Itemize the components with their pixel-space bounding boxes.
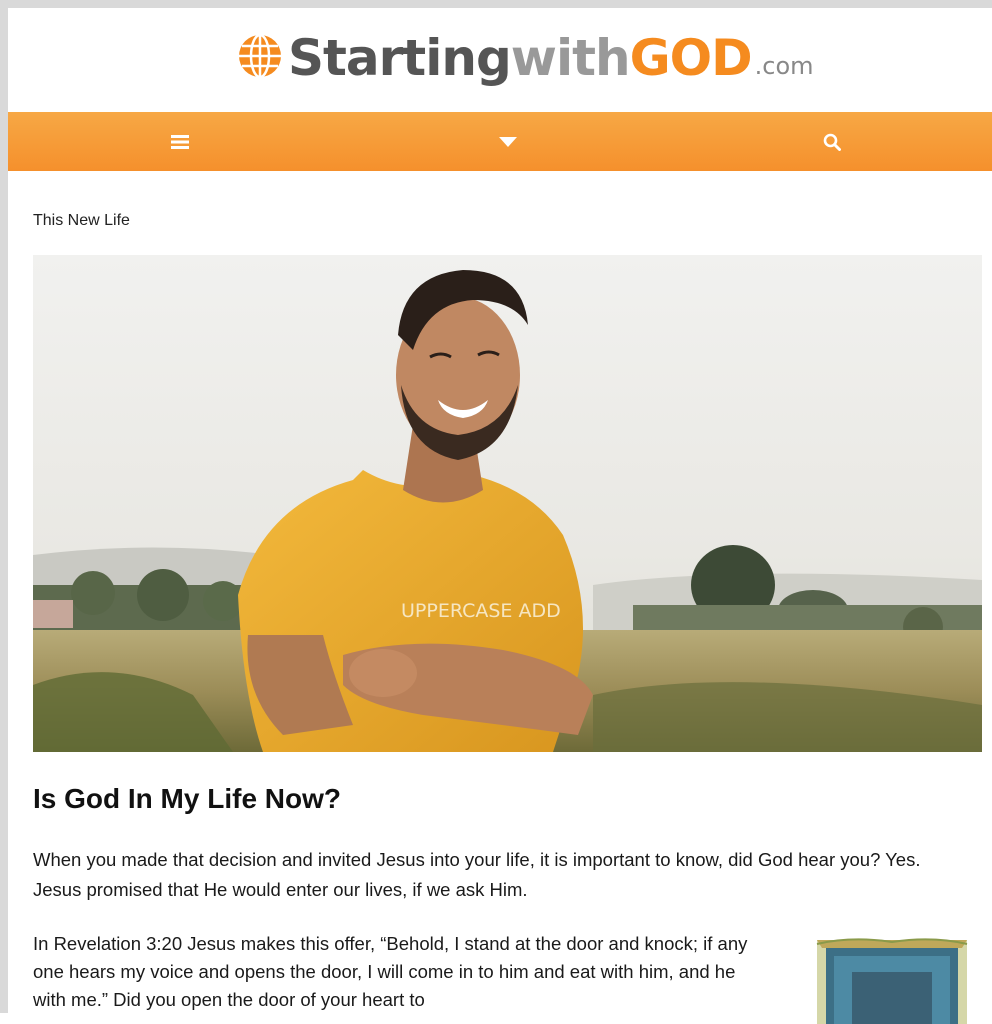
site-logo[interactable]: Starting with GOD .com — [236, 28, 814, 88]
breadcrumb[interactable]: This New Life — [33, 212, 130, 230]
logo-text-com: .com — [754, 52, 814, 80]
article-paragraph: When you made that decision and invited … — [33, 849, 921, 900]
hamburger-menu-icon — [171, 134, 189, 149]
door-painting-image — [812, 934, 972, 1024]
hero-image: UPPERCASE ADD — [33, 255, 982, 752]
logo-text-god: GOD — [629, 29, 753, 87]
site-header: Starting with GOD .com — [8, 8, 992, 112]
logo-text-with: with — [510, 29, 631, 87]
dropdown-button[interactable] — [478, 112, 538, 171]
search-button[interactable] — [802, 112, 862, 171]
shirt-text: UPPERCASE ADD — [401, 600, 561, 622]
article-title: Is God In My Life Now? — [33, 783, 341, 814]
search-icon — [823, 133, 841, 151]
menu-button[interactable] — [150, 112, 210, 171]
photo-smiling-man-in-field: UPPERCASE ADD — [33, 255, 982, 752]
article-paragraph: In Revelation 3:20 Jesus makes this offe… — [33, 933, 748, 1010]
caret-down-icon — [499, 136, 517, 147]
main-nav-bar — [8, 112, 992, 171]
globe-icon — [239, 33, 281, 79]
logo-text-starting: Starting — [288, 29, 512, 87]
